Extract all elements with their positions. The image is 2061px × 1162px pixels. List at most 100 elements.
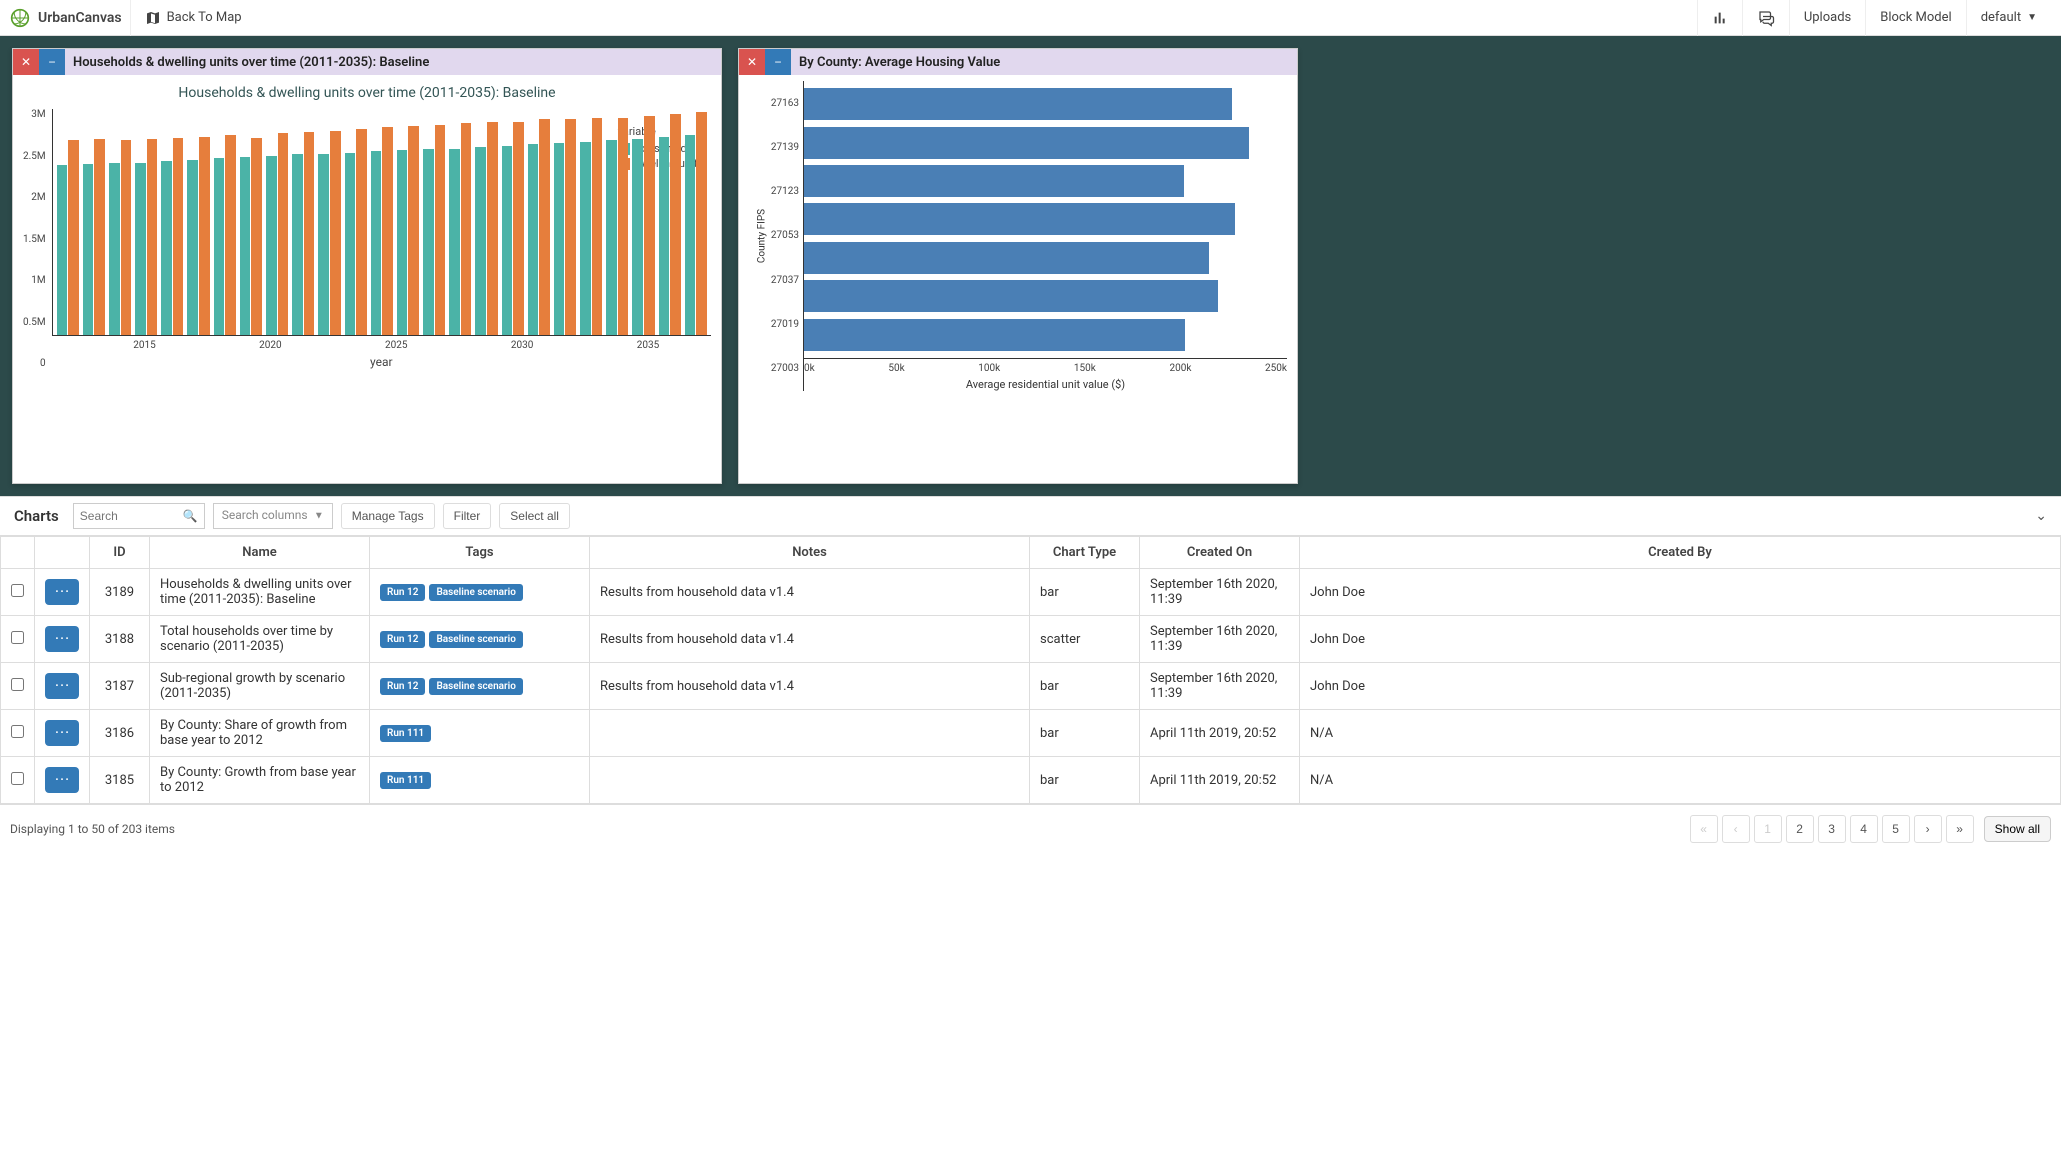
table-row: …3188Total households over time by scena… [1,616,2061,663]
tag[interactable]: Baseline scenario [429,631,522,648]
bar [83,164,94,335]
bar [292,154,303,335]
pager-page[interactable]: 5 [1882,815,1910,843]
year-group [187,109,209,335]
year-group [240,109,262,335]
bar [57,165,68,335]
bar [618,118,629,335]
cell-type: bar [1030,757,1140,804]
comments-icon-button[interactable] [1742,0,1789,36]
tag[interactable]: Run 111 [380,725,431,742]
year-group [554,109,576,335]
bars-container [804,81,1287,359]
tag[interactable]: Baseline scenario [429,584,522,601]
bar [804,165,1184,197]
pagination-status: Displaying 1 to 50 of 203 items [10,822,175,836]
tag[interactable]: Run 12 [380,584,425,601]
row-checkbox[interactable] [11,725,24,738]
panel-close-button[interactable]: ✕ [739,49,765,75]
bar [225,135,236,335]
cell-notes [590,710,1030,757]
year-group [606,109,628,335]
bar [685,135,696,335]
pager-page[interactable]: 4 [1850,815,1878,843]
pager-page[interactable]: 2 [1786,815,1814,843]
bar [68,140,79,335]
cell-notes: Results from household data v1.4 [590,616,1030,663]
panel-close-button[interactable]: ✕ [13,49,39,75]
bar [356,129,367,335]
row-checkbox[interactable] [11,584,24,597]
table-footer: Displaying 1 to 50 of 203 items «‹12345›… [0,804,2061,853]
table-row: …3186By County: Share of growth from bas… [1,710,2061,757]
pager-page[interactable]: 3 [1818,815,1846,843]
row-checkbox[interactable] [11,772,24,785]
tag[interactable]: Run 12 [380,631,425,648]
cell-created-by: John Doe [1300,663,2061,710]
block-model-button[interactable]: Block Model [1865,0,1965,36]
charts-table: ID Name Tags Notes Chart Type Created On… [0,536,2061,804]
year-group [266,109,288,335]
panel-minimize-button[interactable]: − [39,49,65,75]
y-axis: County FIPS 2716327139271232705327037270… [749,81,804,391]
panel-minimize-button[interactable]: − [765,49,791,75]
pager-prev: ‹ [1722,815,1750,843]
manage-tags-button[interactable]: Manage Tags [341,503,435,529]
year-group [214,109,236,335]
bar [580,142,591,335]
tag[interactable]: Baseline scenario [429,678,522,695]
bar [435,125,446,335]
panel-body: Households & dwelling units over time (2… [13,75,721,483]
select-all-button[interactable]: Select all [499,503,570,529]
bar [173,138,184,335]
cell-created-by: N/A [1300,757,2061,804]
search-icon: 🔍 [183,509,198,523]
chart-panel-households: ✕ − Households & dwelling units over tim… [12,48,722,484]
col-tags: Tags [370,537,590,569]
cell-name: By County: Growth from base year to 2012 [150,757,370,804]
year-group [475,109,497,335]
cell-type: bar [1030,663,1140,710]
map-icon [145,10,161,26]
pager: «‹12345›» [1690,815,1974,843]
row-actions-button[interactable]: … [45,767,79,793]
row-checkbox[interactable] [11,631,24,644]
cell-created-on: September 16th 2020, 11:39 [1140,663,1300,710]
charts-icon-button[interactable] [1697,0,1742,36]
pager-next[interactable]: › [1914,815,1942,843]
cell-name: By County: Share of growth from base yea… [150,710,370,757]
row-actions-button[interactable]: … [45,626,79,652]
row-actions-button[interactable]: … [45,579,79,605]
user-dropdown-label: default [1981,10,2021,25]
bar [804,203,1235,235]
filter-button[interactable]: Filter [443,503,492,529]
chart-panel-county: ✕ − By County: Average Housing Value Cou… [738,48,1298,484]
bar [214,158,225,335]
row-checkbox[interactable] [11,678,24,691]
table-body: …3189Households & dwelling units over ti… [1,569,2061,804]
cell-tags: Run 111 [370,710,590,757]
user-dropdown[interactable]: default ▼ [1966,0,2051,36]
row-actions-button[interactable]: … [45,720,79,746]
show-all-button[interactable]: Show all [1984,816,2051,842]
tag[interactable]: Run 111 [380,772,431,789]
panel-header: ✕ − By County: Average Housing Value [739,49,1297,75]
year-group [659,109,681,335]
table-row: …3187Sub-regional growth by scenario (20… [1,663,2061,710]
back-to-map-button[interactable]: Back To Map [130,0,256,36]
topbar-right: Uploads Block Model default ▼ [1697,0,2051,36]
cell-type: bar [1030,710,1140,757]
uploads-button[interactable]: Uploads [1789,0,1865,36]
panel-title: Households & dwelling units over time (2… [65,55,437,70]
cell-id: 3187 [90,663,150,710]
pager-last[interactable]: » [1946,815,1974,843]
bar [804,280,1218,312]
columns-dropdown[interactable]: Search columns ▼ [213,503,333,529]
bar [513,122,524,335]
tag[interactable]: Run 12 [380,678,425,695]
col-created-by: Created By [1300,537,2061,569]
expand-icon[interactable]: ⌄ [2029,508,2053,524]
year-group [685,109,707,335]
cell-tags: Run 12Baseline scenario [370,663,590,710]
row-actions-button[interactable]: … [45,673,79,699]
